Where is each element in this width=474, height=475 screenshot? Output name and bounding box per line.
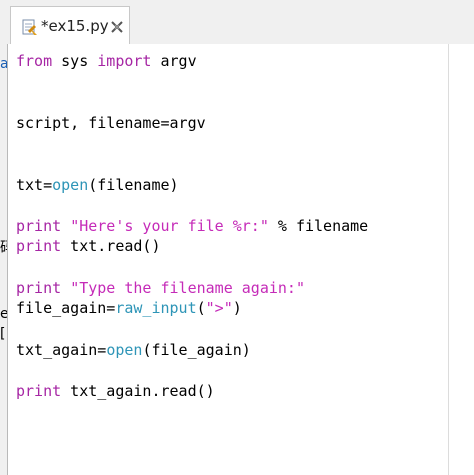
builtin-raw-input: raw_input [115, 299, 197, 317]
code-text: txt.read() [61, 237, 161, 255]
string-literal: "Here's your file %r:" [70, 217, 269, 235]
code-text: txt= [16, 176, 53, 194]
code-line-9[interactable]: print txt_again.read() [16, 381, 215, 401]
editor-tab-bar: *ex15.py [0, 0, 474, 44]
builtin-open: open [106, 341, 143, 359]
tab-ex15-py[interactable]: *ex15.py [10, 6, 130, 44]
code-line-5[interactable]: print txt.read() [16, 236, 161, 256]
print-margin-line [448, 44, 449, 475]
string-literal: "Type the filename again:" [70, 279, 305, 297]
code-line-1[interactable]: from sys import argv [16, 51, 197, 71]
code-text: (file_again) [142, 341, 251, 359]
string-literal: ">" [205, 299, 233, 317]
code-editor[interactable] [7, 44, 474, 475]
code-text: script, filename=argv [16, 114, 206, 132]
keyword-print: print [16, 279, 62, 297]
keyword-print: print [16, 382, 62, 400]
tab-title: *ex15.py [41, 17, 109, 35]
close-icon[interactable] [109, 19, 125, 35]
code-text: file_again= [16, 299, 116, 317]
code-line-8[interactable]: txt_again=open(file_again) [16, 340, 251, 360]
left-fragment-4: [ [0, 326, 6, 342]
python-file-icon [22, 19, 37, 35]
code-text: % filename [268, 217, 369, 235]
module-name: sys [52, 52, 98, 70]
code-line-2[interactable]: script, filename=argv [16, 113, 206, 133]
keyword-import: import [97, 52, 152, 70]
keyword-from: from [16, 52, 53, 70]
code-line-6[interactable]: print "Type the filename again:" [16, 278, 305, 298]
code-text: ( [196, 299, 206, 317]
keyword-print: print [16, 237, 62, 255]
code-text: (filename) [88, 176, 179, 194]
code-line-3[interactable]: txt=open(filename) [16, 175, 179, 195]
code-text: ) [232, 299, 242, 317]
code-text: txt_again= [16, 341, 107, 359]
code-text: txt_again.read() [61, 382, 215, 400]
code-line-4[interactable]: print "Here's your file %r:" % filename [16, 216, 368, 236]
import-target: argv [151, 52, 197, 70]
code-line-7[interactable]: file_again=raw_input(">") [16, 298, 242, 318]
builtin-open: open [52, 176, 89, 194]
keyword-print: print [16, 217, 62, 235]
left-panel-edge: a 码 e [ [0, 44, 14, 475]
